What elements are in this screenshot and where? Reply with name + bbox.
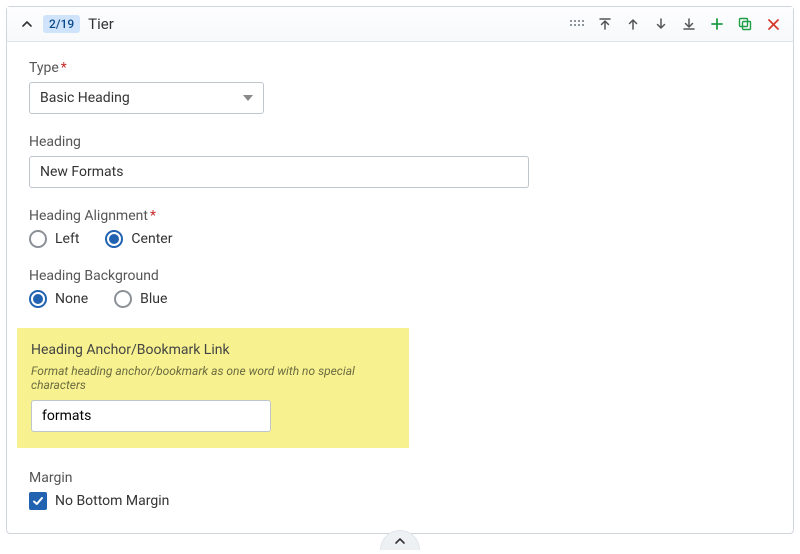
alignment-left-label: Left [55, 231, 79, 247]
no-bottom-margin-checkbox[interactable]: No Bottom Margin [29, 492, 169, 510]
required-mark: * [150, 208, 156, 224]
panel-body: Type* Basic Heading Heading Heading Alig… [7, 42, 793, 533]
alignment-label: Heading Alignment* [29, 208, 771, 224]
panel-title: Tier [88, 15, 114, 33]
background-options: None Blue [29, 290, 771, 308]
footer-toggle-wrap [0, 530, 800, 550]
triangle-down-icon [243, 95, 253, 101]
panel-header-left: 2/19 Tier [19, 15, 114, 33]
copy-icon [738, 17, 752, 31]
position-chip: 2/19 [43, 15, 80, 33]
type-field: Type* Basic Heading [29, 60, 771, 114]
alignment-left-radio[interactable]: Left [29, 230, 79, 248]
arrow-top-icon [598, 17, 612, 31]
checkbox-checked-icon [29, 492, 47, 510]
add-button[interactable] [709, 16, 725, 32]
background-field: Heading Background None Blue [29, 268, 771, 308]
anchor-input[interactable] [31, 400, 271, 432]
type-select-value: Basic Heading [40, 90, 130, 106]
radio-unchecked-icon [114, 290, 132, 308]
panel-header: 2/19 Tier [7, 7, 793, 42]
type-label: Type* [29, 60, 771, 76]
anchor-label: Heading Anchor/Bookmark Link [31, 342, 395, 358]
move-top-button[interactable] [597, 16, 613, 32]
margin-label: Margin [29, 470, 771, 486]
duplicate-button[interactable] [737, 16, 753, 32]
panel-header-actions [569, 16, 781, 32]
move-down-button[interactable] [653, 16, 669, 32]
arrow-up-icon [626, 17, 640, 31]
type-select[interactable]: Basic Heading [29, 82, 264, 114]
move-up-button[interactable] [625, 16, 641, 32]
move-bottom-button[interactable] [681, 16, 697, 32]
heading-field: Heading [29, 134, 771, 188]
chevron-up-icon [21, 18, 33, 30]
background-blue-label: Blue [140, 291, 167, 307]
alignment-options: Left Center [29, 230, 771, 248]
heading-label: Heading [29, 134, 771, 150]
background-label: Heading Background [29, 268, 771, 284]
close-icon [767, 18, 780, 31]
heading-input[interactable] [29, 156, 529, 188]
radio-unchecked-icon [29, 230, 47, 248]
margin-field: Margin No Bottom Margin [29, 470, 771, 511]
radio-checked-icon [29, 290, 47, 308]
background-blue-radio[interactable]: Blue [114, 290, 167, 308]
background-none-label: None [55, 291, 88, 307]
drag-handle-icon[interactable] [569, 16, 585, 32]
radio-checked-icon [105, 230, 123, 248]
type-label-text: Type [29, 60, 59, 76]
required-mark: * [61, 60, 67, 76]
footer-collapse-button[interactable] [380, 530, 420, 550]
delete-button[interactable] [765, 16, 781, 32]
alignment-label-text: Heading Alignment [29, 208, 148, 224]
plus-icon [710, 17, 724, 31]
no-bottom-margin-label: No Bottom Margin [55, 493, 169, 509]
collapse-toggle[interactable] [19, 16, 35, 32]
alignment-center-radio[interactable]: Center [105, 230, 172, 248]
arrow-down-icon [654, 17, 668, 31]
background-none-radio[interactable]: None [29, 290, 88, 308]
alignment-field: Heading Alignment* Left Center [29, 208, 771, 248]
anchor-help-text: Format heading anchor/bookmark as one wo… [31, 364, 395, 392]
anchor-highlight-block: Heading Anchor/Bookmark Link Format head… [17, 328, 409, 448]
tier-panel: 2/19 Tier [6, 6, 794, 534]
arrow-bottom-icon [682, 17, 696, 31]
alignment-center-label: Center [131, 231, 172, 247]
